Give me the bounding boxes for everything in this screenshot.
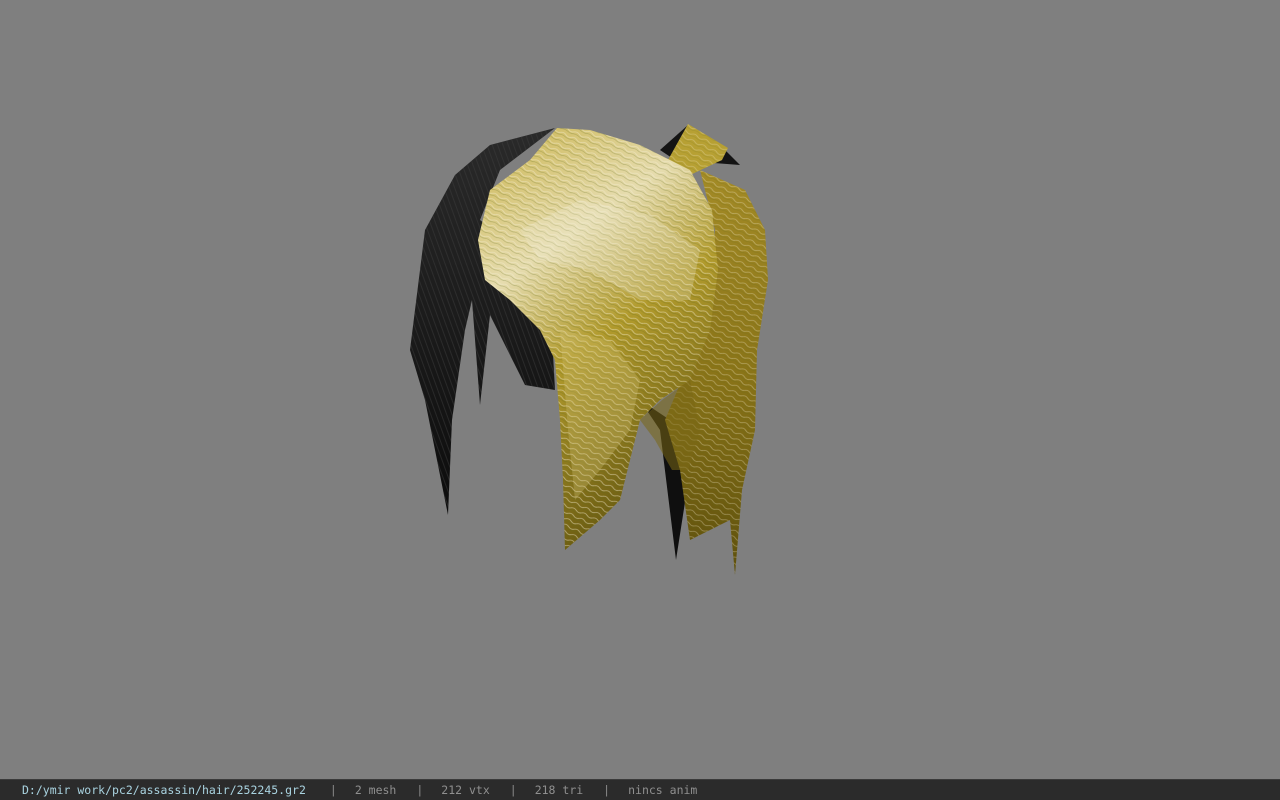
mesh-count: 2 mesh bbox=[354, 783, 397, 797]
vertex-count: 212 vtx bbox=[441, 783, 490, 797]
hair-model-render bbox=[410, 124, 768, 575]
status-bar: D:/ymir work/pc2/assassin/hair/252245.gr… bbox=[0, 779, 1280, 800]
triangle-count: 218 tri bbox=[534, 783, 584, 797]
status-separator: | bbox=[509, 783, 517, 797]
animation-status: nincs anim bbox=[628, 783, 698, 797]
status-separator: | bbox=[603, 783, 611, 797]
3d-viewport[interactable] bbox=[0, 0, 1280, 779]
status-separator: | bbox=[416, 783, 424, 797]
status-separator: | bbox=[329, 783, 337, 797]
file-path: D:/ymir work/pc2/assassin/hair/252245.gr… bbox=[22, 783, 306, 797]
